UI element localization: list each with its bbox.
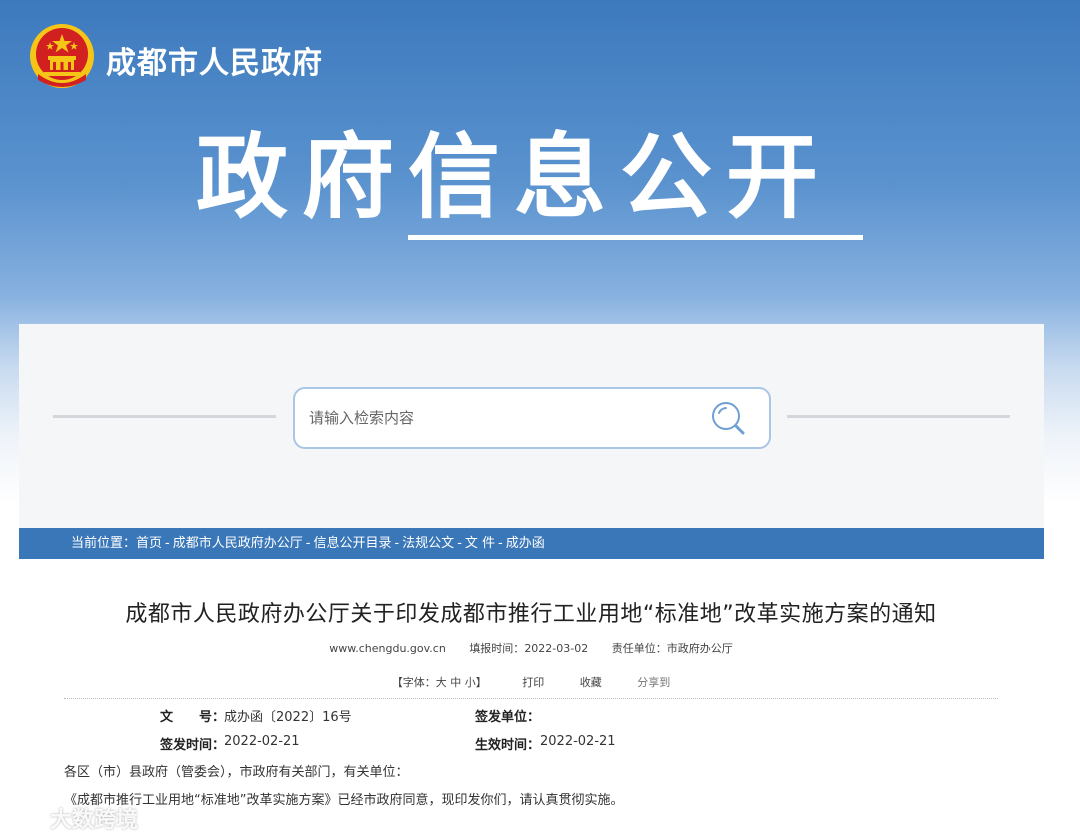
issue-date-label: 签发时间：: [160, 738, 226, 753]
meta-fill-time-label: 填报时间：: [469, 642, 525, 655]
breadcrumb-prefix: 当前位置：: [71, 536, 137, 551]
document-title: 成都市人民政府办公厅关于印发成都市推行工业用地“标准地”改革实施方案的通知: [125, 602, 937, 627]
watermark-text: 大数跨境: [50, 808, 139, 833]
search-icon[interactable]: [709, 399, 749, 439]
title-underline: [408, 235, 863, 240]
breadcrumb-chengban[interactable]: 成办函: [506, 536, 545, 551]
share-button[interactable]: 分享到: [637, 676, 670, 689]
watermark-logo-icon: [10, 808, 44, 828]
breadcrumb-home[interactable]: 首页: [136, 536, 162, 551]
issuer-label: 签发单位：: [475, 710, 541, 725]
favorite-button[interactable]: 收藏: [580, 676, 602, 689]
font-size-switcher[interactable]: 【字体：大 中 小】: [392, 676, 487, 689]
breadcrumb-separator: -: [498, 536, 503, 551]
breadcrumb-separator: -: [457, 536, 462, 551]
national-emblem-icon: [30, 24, 94, 88]
breadcrumb-info-catalog[interactable]: 信息公开目录: [313, 536, 391, 551]
section-title: 政府信息公开: [196, 124, 833, 231]
breadcrumb-documents[interactable]: 文 件: [465, 536, 495, 551]
site-name[interactable]: 成都市人民政府: [106, 38, 323, 82]
document-tools: 【字体：大 中 小】 打印 收藏 分享到: [0, 674, 1062, 690]
breadcrumb-separator: -: [305, 536, 311, 551]
meta-responsible: 责任单位：市政府办公厅: [612, 642, 733, 655]
effective-date-label: 生效时间：: [475, 738, 541, 753]
meta-fill-time: 填报时间：2022-03-02: [469, 642, 588, 655]
breadcrumb: 当前位置：首页 - 成都市人民政府办公厅 - 信息公开目录 - 法规公文 - 文 件 - 成办函: [19, 528, 1044, 559]
print-button[interactable]: 打印: [522, 676, 544, 689]
issue-date-value: 2022-02-21: [224, 734, 300, 749]
search-input[interactable]: [309, 405, 689, 431]
body-paragraph: 各区（市）县政府（管委会），市政府有关部门，有关单位：: [64, 765, 409, 780]
divider-right: [787, 415, 1010, 418]
meta-responsible-value: 市政府办公厅: [666, 642, 733, 655]
divider-dotted: [64, 698, 998, 699]
doc-number-value: 成办函〔2022〕16号: [224, 710, 352, 725]
breadcrumb-regulations[interactable]: 法规公文: [402, 536, 454, 551]
breadcrumb-separator: -: [394, 536, 400, 551]
document-meta: www.chengdu.gov.cn 填报时间：2022-03-02 责任单位：…: [0, 640, 1062, 656]
divider-left: [53, 415, 276, 418]
watermark: 大数跨境: [10, 802, 138, 834]
breadcrumb-separator: -: [165, 536, 170, 551]
doc-number-label: 文 号：: [160, 710, 226, 725]
meta-source: www.chengdu.gov.cn: [329, 642, 446, 655]
search-box: [293, 387, 771, 449]
body-paragraph: 《成都市推行工业用地“标准地”改革实施方案》已经市政府同意，现印发你们，请认真贯…: [64, 793, 624, 808]
breadcrumb-general-office[interactable]: 成都市人民政府办公厅: [173, 536, 303, 551]
meta-fill-time-value: 2022-03-02: [524, 642, 589, 655]
meta-responsible-label: 责任单位：: [611, 642, 667, 655]
effective-date-value: 2022-02-21: [540, 734, 616, 749]
